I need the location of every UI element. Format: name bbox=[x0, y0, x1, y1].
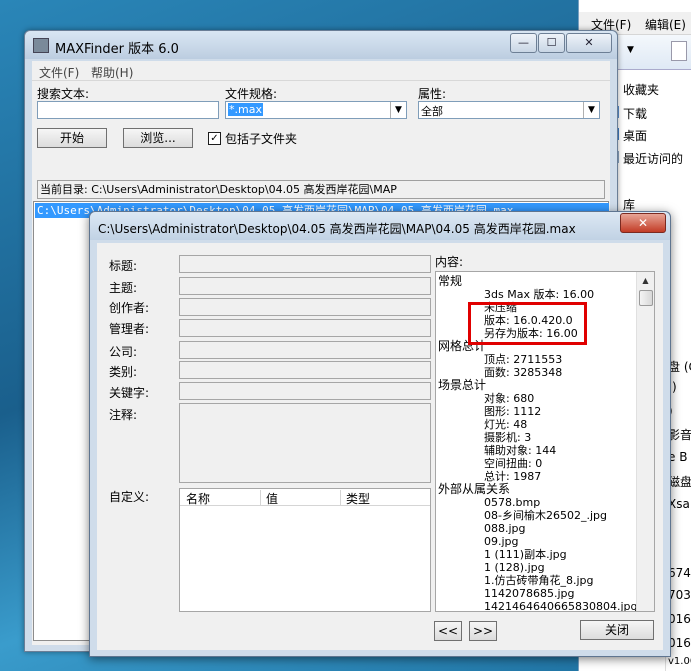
comments-label: 注释: bbox=[109, 408, 138, 422]
attr-label: 属性: bbox=[418, 87, 447, 101]
column-name[interactable]: 名称 bbox=[186, 490, 210, 507]
company-label: 公司: bbox=[109, 345, 138, 359]
custom-list-header: 名称 值 类型 bbox=[180, 489, 430, 506]
scroll-thumb[interactable] bbox=[639, 290, 653, 306]
column-divider bbox=[260, 490, 261, 506]
content-line: 辅助对象: 144 bbox=[484, 444, 557, 457]
maxfinder-titlebar: MAXFinder 版本 6.0 — ☐ ✕ bbox=[25, 31, 617, 59]
menu-file[interactable]: 文件(F) bbox=[39, 64, 79, 81]
close-dialog-button[interactable]: 关闭 bbox=[580, 620, 654, 640]
file-line: 0578.bmp bbox=[484, 496, 541, 509]
content-line: 灯光: 48 bbox=[484, 418, 528, 431]
chevron-down-icon[interactable]: ▼ bbox=[627, 45, 634, 55]
menubar: 文件(F) 帮助(H) bbox=[32, 61, 610, 81]
file-line: 08-乡间榆木26502_.jpg bbox=[484, 509, 607, 522]
keywords-label: 关键字: bbox=[109, 386, 150, 400]
explorer-item[interactable]: 674 bbox=[668, 566, 691, 580]
section-external-deps: 外部从属关系 bbox=[438, 482, 511, 496]
category-field[interactable] bbox=[179, 361, 431, 379]
file-line: 1142078685.jpg bbox=[484, 587, 575, 600]
attr-value: 全部 bbox=[421, 105, 443, 118]
section-general: 常规 bbox=[438, 274, 463, 288]
content-label: 内容: bbox=[435, 255, 464, 269]
file-line: 1 (128).jpg bbox=[484, 561, 545, 574]
content-line: 面数: 3285348 bbox=[484, 366, 563, 379]
chevron-down-icon[interactable]: ▼ bbox=[583, 102, 599, 118]
company-field[interactable] bbox=[179, 341, 431, 359]
file-line: 088.jpg bbox=[484, 522, 526, 535]
keywords-field[interactable] bbox=[179, 382, 431, 400]
content-line: 3ds Max 版本: 16.00 bbox=[484, 288, 595, 301]
menu-help[interactable]: 帮助(H) bbox=[91, 64, 133, 81]
next-button[interactable]: >> bbox=[469, 621, 497, 641]
custom-properties-list[interactable]: 名称 值 类型 bbox=[179, 488, 431, 612]
custom-label: 自定义: bbox=[109, 490, 150, 504]
section-scene-totals: 场景总计 bbox=[438, 378, 487, 392]
search-label: 搜索文本: bbox=[37, 87, 90, 101]
include-subfolders-checkbox[interactable]: ✓ bbox=[208, 132, 221, 145]
title-label: 标题: bbox=[109, 259, 138, 273]
category-label: 类别: bbox=[109, 365, 138, 379]
explorer-item[interactable]: v1.0016 bbox=[668, 656, 691, 667]
start-button[interactable]: 开始 bbox=[37, 128, 107, 148]
version-highlight-box bbox=[468, 302, 587, 345]
content-scrollbar[interactable]: ▲ bbox=[636, 272, 654, 611]
manager-label: 管理者: bbox=[109, 322, 150, 336]
file-line: 09.jpg bbox=[484, 535, 519, 548]
content-line: 图形: 1112 bbox=[484, 405, 542, 418]
filespec-value: *.max bbox=[228, 103, 263, 116]
author-field[interactable] bbox=[179, 298, 431, 316]
content-line: 顶点: 2711553 bbox=[484, 353, 563, 366]
browse-button[interactable]: 浏览... bbox=[123, 128, 193, 148]
content-line: 空间扭曲: 0 bbox=[484, 457, 543, 470]
nav-favorites[interactable]: 收藏夹 bbox=[623, 81, 659, 98]
explorer-menu-edit[interactable]: 编辑(E) bbox=[645, 16, 686, 33]
column-value[interactable]: 值 bbox=[266, 490, 278, 507]
include-subfolders-label: 包括子文件夹 bbox=[225, 132, 298, 146]
attr-combo[interactable]: 全部 ▼ bbox=[418, 101, 600, 119]
nav-recent[interactable]: 最近访问的 bbox=[623, 150, 683, 167]
explorer-item[interactable]: 016 bbox=[668, 612, 691, 626]
explorer-item[interactable]: 016 bbox=[668, 636, 691, 650]
dialog-title: C:\Users\Administrator\Desktop\04.05 高发西… bbox=[98, 222, 576, 236]
content-line: 摄影机: 3 bbox=[484, 431, 532, 444]
explorer-item[interactable]: 影音 bbox=[668, 426, 691, 443]
maximize-button[interactable]: ☐ bbox=[538, 33, 565, 53]
file-line: 1421464640665830804.jpg bbox=[484, 600, 638, 612]
dialog-titlebar: C:\Users\Administrator\Desktop\04.05 高发西… bbox=[90, 212, 670, 240]
nav-desktop[interactable]: 桌面 bbox=[623, 127, 647, 144]
window-title: MAXFinder 版本 6.0 bbox=[55, 42, 179, 57]
manager-field[interactable] bbox=[179, 319, 431, 337]
app-icon bbox=[33, 38, 49, 53]
comments-field[interactable] bbox=[179, 403, 431, 483]
scroll-up-icon[interactable]: ▲ bbox=[637, 274, 654, 288]
minimize-button[interactable]: — bbox=[510, 33, 537, 53]
explorer-item[interactable]: 703 bbox=[668, 588, 691, 602]
dialog-close-icon[interactable]: ✕ bbox=[620, 213, 666, 233]
search-input[interactable] bbox=[37, 101, 219, 119]
file-line: 1 (111)副本.jpg bbox=[484, 548, 567, 561]
filespec-combo[interactable]: *.max ▼ bbox=[225, 101, 407, 119]
explorer-item[interactable]: Xsa bbox=[668, 497, 690, 511]
filespec-label: 文件规格: bbox=[225, 87, 278, 101]
column-divider bbox=[340, 490, 341, 506]
subject-field[interactable] bbox=[179, 277, 431, 295]
current-directory: 当前目录: C:\Users\Administrator\Desktop\04.… bbox=[37, 180, 605, 199]
content-line: 对象: 680 bbox=[484, 392, 535, 405]
author-label: 创作者: bbox=[109, 301, 150, 315]
previous-button[interactable]: << bbox=[434, 621, 462, 641]
explorer-item[interactable]: 磁盘 bbox=[668, 473, 691, 490]
close-button[interactable]: ✕ bbox=[566, 33, 612, 53]
subject-label: 主题: bbox=[109, 281, 138, 295]
nav-downloads[interactable]: 下载 bbox=[623, 105, 647, 122]
title-field[interactable] bbox=[179, 255, 431, 273]
column-type[interactable]: 类型 bbox=[346, 490, 370, 507]
chevron-down-icon[interactable]: ▼ bbox=[390, 102, 406, 118]
toolbar-button-icon[interactable] bbox=[671, 41, 687, 61]
explorer-item[interactable]: 盘 (C bbox=[668, 358, 691, 375]
file-line: 1.仿古砖带角花_8.jpg bbox=[484, 574, 594, 587]
file-properties-dialog: C:\Users\Administrator\Desktop\04.05 高发西… bbox=[89, 211, 671, 657]
